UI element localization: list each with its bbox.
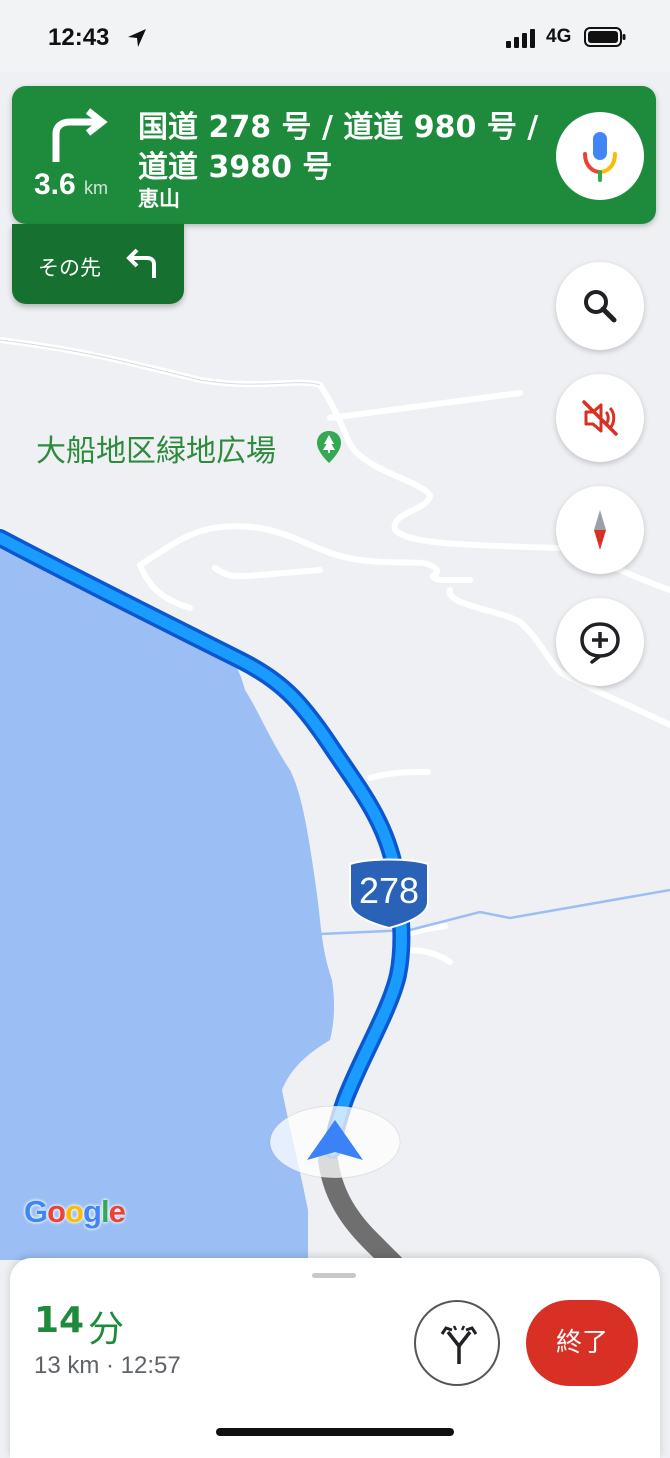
distance-unit: km xyxy=(84,178,108,198)
alternate-routes-icon xyxy=(440,1325,478,1364)
eta-minutes-unit: 分 xyxy=(88,1309,125,1350)
poi-label[interactable]: 大船地区緑地広場 xyxy=(36,426,276,470)
trip-details: 13 km · 12:57 xyxy=(34,1352,181,1379)
status-time: 12:43 xyxy=(48,24,110,51)
home-indicator[interactable] xyxy=(216,1428,454,1436)
turn-right-icon xyxy=(52,108,108,162)
network-type: 4G xyxy=(546,26,572,47)
battery-icon xyxy=(584,27,626,47)
sheet-handle[interactable] xyxy=(312,1273,356,1278)
google-logo: Google xyxy=(24,1194,126,1229)
search-icon xyxy=(584,290,617,323)
alternate-routes-button[interactable] xyxy=(414,1300,500,1386)
signal-icon xyxy=(506,29,535,48)
mute-button[interactable] xyxy=(556,374,644,462)
next-turn-label: その先 xyxy=(38,256,101,280)
compass-button[interactable] xyxy=(556,486,644,574)
status-bar: 12:43 4G xyxy=(0,0,670,72)
destination-place: 恵山 xyxy=(138,187,180,211)
mic-icon xyxy=(583,132,617,182)
search-button[interactable] xyxy=(556,262,644,350)
road-name-line1: 国道 278 号 / 道道 980 号 / xyxy=(138,110,539,145)
navigation-arrow-icon xyxy=(269,1105,401,1179)
location-arrow-icon xyxy=(128,29,146,47)
compass-icon xyxy=(594,510,606,550)
eta-minutes: 14 xyxy=(34,1300,85,1341)
park-pin-icon[interactable] xyxy=(316,430,342,464)
road-name-line2: 道道 3980 号 xyxy=(138,150,333,185)
mute-icon xyxy=(582,400,618,436)
add-report-button[interactable] xyxy=(556,598,644,686)
turn-left-icon xyxy=(126,248,156,278)
voice-search-button[interactable] xyxy=(556,112,644,200)
distance-value: 3.6 xyxy=(34,168,76,201)
route-shield-number: 278 xyxy=(358,870,420,911)
add-report-icon xyxy=(580,622,620,664)
exit-navigation-button[interactable]: 終了 xyxy=(526,1300,638,1386)
